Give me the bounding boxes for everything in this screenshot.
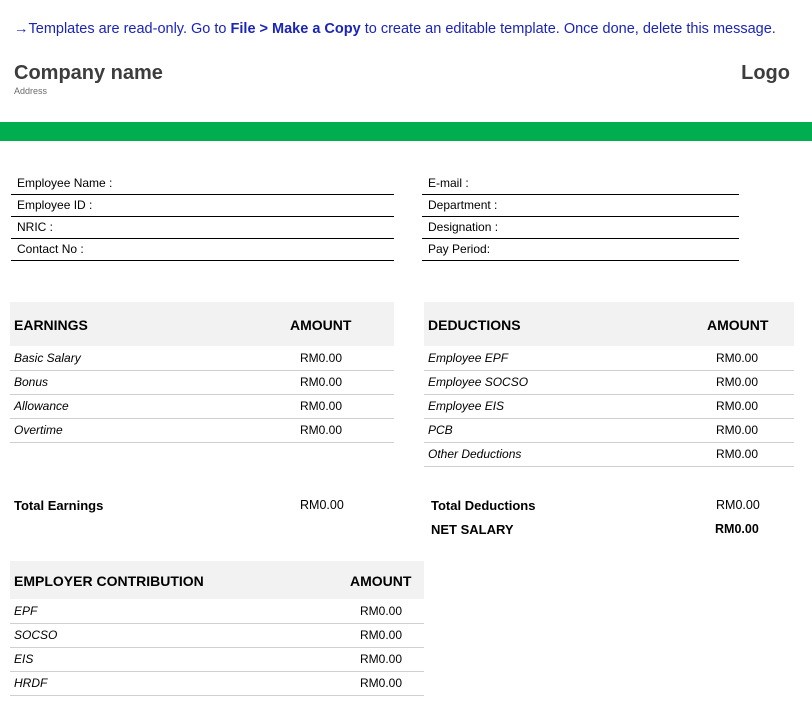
employer-row-label: HRDF [14,676,48,690]
employer-row-label: EIS [14,652,34,666]
earnings-row[interactable]: Basic Salary RM0.00 [10,346,394,371]
deductions-row-amount: RM0.00 [716,447,759,461]
deductions-amount-header: AMOUNT [707,317,769,333]
deductions-row[interactable]: Employee EIS RM0.00 [424,394,794,419]
read-only-notice: →Templates are read-only. Go to File > M… [14,21,776,37]
deductions-row-label: Employee EPF [428,351,509,365]
deductions-row-amount: RM0.00 [716,399,759,413]
header-divider-bar [0,122,812,141]
employee-name-label: Employee Name : [17,176,113,190]
earnings-header: EARNINGS AMOUNT [10,302,394,346]
designation-label: Designation : [428,220,499,234]
pay-period-label: Pay Period: [428,242,491,256]
earnings-row-amount: RM0.00 [300,351,343,365]
earnings-title: EARNINGS [14,317,88,333]
employer-row-amount: RM0.00 [360,676,403,690]
pay-period-field[interactable]: Pay Period: [422,238,739,261]
deductions-row[interactable]: Employee SOCSO RM0.00 [424,370,794,395]
department-field[interactable]: Department : [422,194,739,217]
logo-placeholder: Logo [741,62,790,84]
designation-field[interactable]: Designation : [422,216,739,239]
earnings-row-amount: RM0.00 [300,375,343,389]
net-salary-amount: RM0.00 [715,522,759,536]
employer-row-label: EPF [14,604,38,618]
deductions-row-label: Employee EIS [428,399,505,413]
deductions-row-amount: RM0.00 [716,423,759,437]
earnings-row-amount: RM0.00 [300,423,343,437]
nric-label: NRIC : [17,220,53,234]
employer-contribution-title: EMPLOYER CONTRIBUTION [14,573,204,589]
earnings-amount-header: AMOUNT [290,317,352,333]
email-field[interactable]: E-mail : [422,172,739,195]
deductions-row[interactable]: PCB RM0.00 [424,418,794,443]
earnings-row-amount: RM0.00 [300,399,343,413]
arrow-icon: → [14,21,29,37]
earnings-row-label: Basic Salary [14,351,81,365]
employer-row[interactable]: SOCSO RM0.00 [10,623,424,648]
nric-field[interactable]: NRIC : [11,216,394,239]
employer-amount-header: AMOUNT [350,573,412,589]
employer-row-amount: RM0.00 [360,604,403,618]
employer-row-amount: RM0.00 [360,628,403,642]
deductions-row[interactable]: Employee EPF RM0.00 [424,346,794,371]
net-salary-label: NET SALARY [431,522,514,537]
employer-row-amount: RM0.00 [360,652,403,666]
employer-contribution-header: EMPLOYER CONTRIBUTION AMOUNT [10,561,424,599]
company-address: Address [14,86,48,96]
earnings-row[interactable]: Bonus RM0.00 [10,370,394,395]
company-name: Company name [14,62,163,84]
email-label: E-mail : [428,176,469,190]
notice-text-pre: Templates are read-only. Go to [28,21,231,37]
employee-id-label: Employee ID : [17,198,93,212]
deductions-title: DEDUCTIONS [428,317,521,333]
employee-id-field[interactable]: Employee ID : [11,194,394,217]
notice-text-post: to create an editable template. Once don… [360,21,776,37]
deductions-row-amount: RM0.00 [716,375,759,389]
earnings-row-label: Bonus [14,375,49,389]
deductions-row-label: Other Deductions [428,447,522,461]
employer-row[interactable]: HRDF RM0.00 [10,671,424,696]
department-label: Department : [428,198,498,212]
earnings-row[interactable]: Overtime RM0.00 [10,418,394,443]
employer-row-label: SOCSO [14,628,58,642]
deductions-header: DEDUCTIONS AMOUNT [424,302,794,346]
total-earnings-label: Total Earnings [14,498,104,513]
employee-name-field[interactable]: Employee Name : [11,172,394,195]
deductions-row-label: PCB [428,423,453,437]
total-deductions-label: Total Deductions [431,498,536,513]
employer-row[interactable]: EPF RM0.00 [10,599,424,624]
deductions-row-amount: RM0.00 [716,351,759,365]
earnings-row[interactable]: Allowance RM0.00 [10,394,394,419]
notice-text-bold: File > Make a Copy [230,21,361,37]
contact-no-label: Contact No : [17,242,84,256]
total-deductions-amount: RM0.00 [716,498,760,512]
employer-row[interactable]: EIS RM0.00 [10,647,424,672]
total-earnings-amount: RM0.00 [300,498,344,512]
earnings-row-label: Allowance [14,399,69,413]
earnings-row-label: Overtime [14,423,63,437]
deductions-row-label: Employee SOCSO [428,375,529,389]
deductions-row[interactable]: Other Deductions RM0.00 [424,442,794,467]
contact-no-field[interactable]: Contact No : [11,238,394,261]
